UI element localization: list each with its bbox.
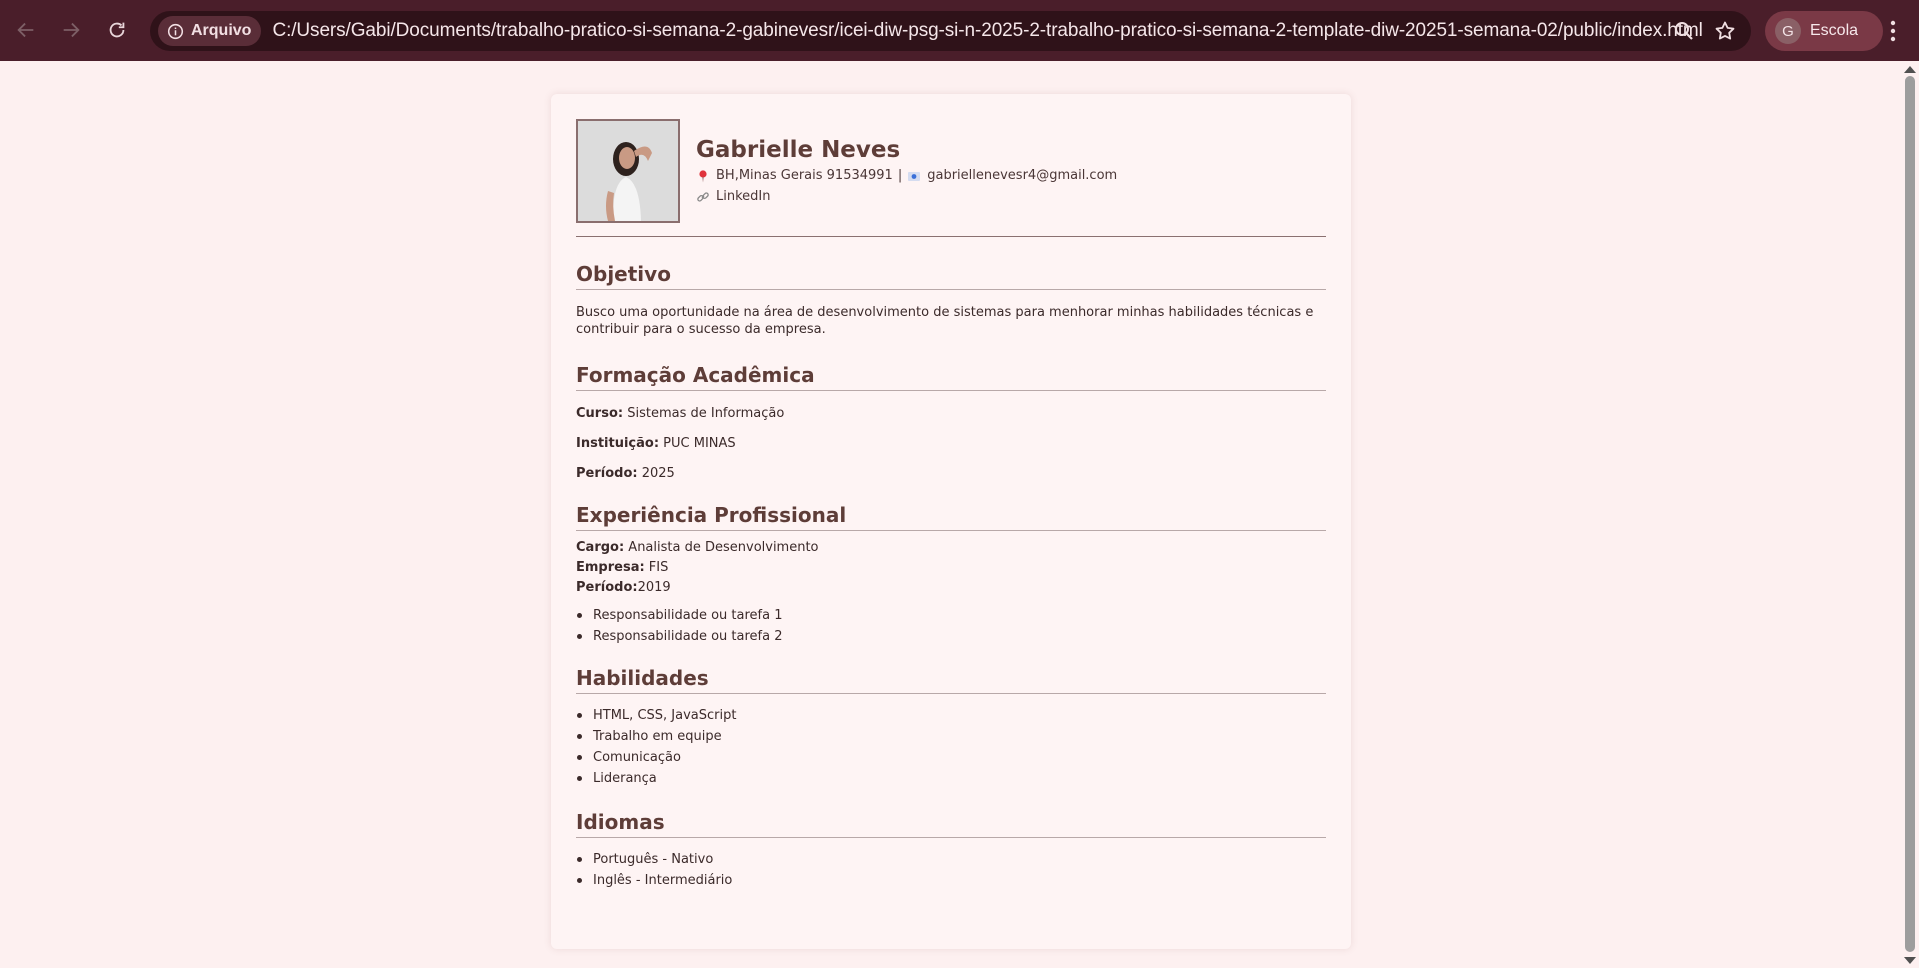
role-value: Analista de Desenvolvimento [624,540,819,555]
task-list: Responsabilidade ou tarefa 1 Responsabil… [576,605,1326,647]
menu-icon [1890,20,1896,42]
education-heading: Formação Acadêmica [576,362,1326,391]
list-item: Português - Nativo [576,849,1326,870]
pin-icon [699,170,707,183]
back-icon [17,22,34,38]
forward-icon [63,22,80,38]
star-icon[interactable] [1713,19,1737,43]
site-info-label: Arquivo [191,22,252,39]
profile-button[interactable]: G Escola [1765,11,1883,51]
course-value: Sistemas de Informação [623,406,785,421]
role-label: Cargo: [576,540,625,555]
course-field: Curso: Sistemas de Informação [576,405,1326,422]
experience-period-label: Período: [576,580,638,595]
list-item: HTML, CSS, JavaScript [576,705,1326,726]
company-value: FIS [644,560,669,575]
list-item: Responsabilidade ou tarefa 1 [576,605,1326,626]
page-scrollbar[interactable] [1900,61,1919,968]
languages-heading: Idiomas [576,809,1326,838]
scroll-down-arrow[interactable] [1904,957,1916,964]
resume-header: Gabrielle Neves BH,Minas Gerais 91534991… [576,119,1326,237]
address-bar[interactable]: Arquivo C:/Users/Gabi/Documents/trabalho… [150,11,1751,51]
institution-value: PUC MINAS [659,436,736,451]
reload-button[interactable] [97,10,137,50]
role-field: Cargo: Analista de Desenvolvimento [576,539,1326,556]
education-section: Formação Acadêmica Curso: Sistemas de In… [576,362,1326,482]
list-item: Inglês - Intermediário [576,870,1326,891]
reload-icon [109,22,125,38]
experience-section: Experiência Profissional Cargo: Analista… [576,502,1326,647]
zoom-icon[interactable] [1672,19,1696,43]
link-icon [697,192,709,202]
profile-photo [576,119,680,223]
contact-line: BH,Minas Gerais 91534991 | gabrielleneve… [696,167,1117,185]
list-item: Comunicação [576,747,1326,768]
skills-section: Habilidades HTML, CSS, JavaScript Trabal… [576,665,1326,789]
avatar: G [1775,18,1801,44]
contact-separator: | [897,168,903,183]
browser-toolbar: Arquivo C:/Users/Gabi/Documents/trabalho… [0,0,1919,61]
experience-period-value: 2019 [637,580,671,595]
site-info-chip[interactable]: Arquivo [158,16,262,46]
experience-heading: Experiência Profissional [576,502,1326,531]
objective-heading: Objetivo [576,261,1326,290]
header-info: Gabrielle Neves BH,Minas Gerais 91534991… [696,136,1117,206]
objective-text: Busco uma oportunidade na área de desenv… [576,305,1314,337]
education-period-field: Período: 2025 [576,465,1326,482]
resume-card: Gabrielle Neves BH,Minas Gerais 91534991… [551,94,1351,949]
linkedin-line: LinkedIn [696,188,1117,206]
list-item: Responsabilidade ou tarefa 2 [576,626,1326,647]
location-text: BH,Minas Gerais 91534991 [716,168,893,183]
company-field: Empresa: FIS [576,559,1326,576]
company-label: Empresa: [576,560,645,575]
languages-section: Idiomas Português - Nativo Inglês - Inte… [576,809,1326,891]
course-label: Curso: [576,406,624,421]
education-period-value: 2025 [637,466,675,481]
person-name: Gabrielle Neves [696,137,901,163]
education-period-label: Período: [576,466,638,481]
experience-period-field: Período:2019 [576,579,1326,596]
skills-list: HTML, CSS, JavaScript Trabalho em equipe… [576,705,1326,789]
institution-label: Instituição: [576,436,660,451]
back-button[interactable] [6,10,46,50]
email-icon [908,172,921,181]
languages-list: Português - Nativo Inglês - Intermediári… [576,849,1326,891]
list-item: Liderança [576,768,1326,789]
scroll-up-arrow[interactable] [1904,66,1916,73]
scroll-thumb[interactable] [1905,76,1915,952]
skills-heading: Habilidades [576,665,1326,694]
url-text[interactable]: C:/Users/Gabi/Documents/trabalho-pratico… [272,20,1702,42]
institution-field: Instituição: PUC MINAS [576,435,1326,452]
forward-button[interactable] [51,10,91,50]
profile-name: Escola [1810,22,1859,39]
menu-button[interactable] [1879,16,1907,46]
list-item: Trabalho em equipe [576,726,1326,747]
linkedin-link[interactable]: LinkedIn [716,188,770,206]
info-icon [167,23,184,39]
email-text[interactable]: gabriellenevesr4@gmail.com [927,167,1117,185]
objective-section: Objetivo Busco uma oportunidade na área … [576,261,1326,338]
